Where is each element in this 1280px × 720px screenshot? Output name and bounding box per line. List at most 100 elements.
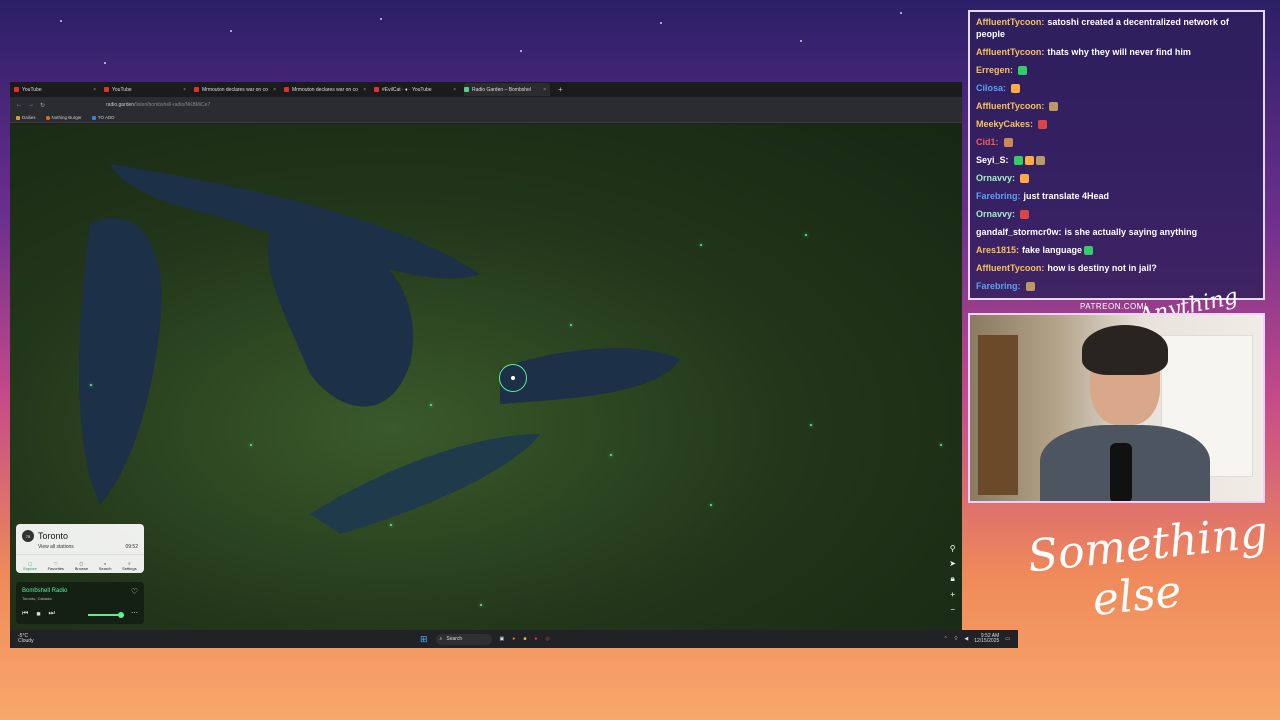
stop-icon[interactable]: ■ [36,611,40,618]
chat-message: AffluentTycoon: how is destiny not in jai… [976,262,1257,274]
chat-text: fake language [1022,245,1083,255]
chat-username[interactable]: Ornavvy: [976,209,1015,219]
chat-username[interactable]: Farebring: [976,281,1021,291]
weather-widget[interactable]: -5°C Cloudy [18,634,34,644]
station-dot[interactable] [90,384,92,386]
chat-username[interactable]: MeekyCakes: [976,119,1033,129]
chat-username[interactable]: gandalf_stormcr0w: [976,227,1062,237]
task-view-icon[interactable]: ▣ [500,636,505,642]
chat-message: Seyi_S: [976,154,1257,166]
station-dot[interactable] [810,424,812,426]
back-icon[interactable]: ← [16,102,22,109]
station-dot[interactable] [570,324,572,326]
volume-slider[interactable] [88,612,124,618]
nav-label: Search [98,566,112,571]
browser-window: YouTube × YouTube × Mrmouton declares war … [10,82,962,638]
chevron-up-icon[interactable]: ⌃ [943,636,947,642]
chat-message: AffluentTycoon: [976,100,1257,112]
firefox-icon[interactable]: ● [512,636,515,642]
bookmark-dailies[interactable]: Dailies [16,115,36,120]
tab-video-3[interactable]: Mrmouton declares war on co × [194,83,280,96]
radio-garden-icon [464,87,469,92]
satellite-terrain [79,164,680,534]
address-bar[interactable]: ← → ↻ radio.garden/listen/bombshell-radi… [10,97,962,113]
lock-icon[interactable]: 🔒︎ [951,574,955,584]
close-icon[interactable]: × [363,87,366,93]
station-name[interactable]: Bombshell Radio [22,588,67,594]
clock[interactable]: 9:52 AM 12/15/2025 [974,634,999,644]
station-dot[interactable] [940,444,942,446]
globe-map[interactable]: 75 Toronto View all stations 09:52 ◯ Explo… [10,124,962,630]
emote-icon [1049,102,1059,112]
windows-taskbar: -5°C Cloudy ⊞ ⌕ Search ▣ ● ■ ● ◎ ⌃ ⌔ ◀︎ 9… [10,630,1018,648]
close-icon[interactable]: × [273,87,276,93]
chat-username[interactable]: Ornavvy: [976,173,1015,183]
tab-radio-garden[interactable]: Radio Garden – Bombshel × [464,83,550,96]
folder-icon [91,115,96,120]
chat-username[interactable]: Ares1815: [976,245,1019,255]
tab-youtube-1[interactable]: YouTube × [14,83,100,96]
forward-icon[interactable]: → [28,102,34,109]
bookmark-to-add[interactable]: TO ADD [91,115,114,120]
location-panel: 75 Toronto View all stations 09:52 ◯ Explo… [16,524,144,573]
more-icon[interactable]: ⋯ [131,609,138,617]
zoom-in-icon[interactable]: + [950,590,955,599]
tab-youtube-2[interactable]: YouTube × [104,83,190,96]
chat-username[interactable]: AffluentTycoon: [976,47,1044,57]
taskbar-search[interactable]: ⌕ Search [435,633,492,645]
nav-search[interactable]: ⌕ Search [99,561,112,571]
next-icon[interactable]: ⏭ [49,610,55,618]
station-dot[interactable] [805,234,807,236]
app-icon[interactable]: ● [534,636,537,642]
nav-browse[interactable]: ▢ Browse [75,561,88,571]
chat-username[interactable]: AffluentTycoon: [976,17,1044,27]
city-name[interactable]: Toronto [38,531,68,541]
chat-username[interactable]: Seyi_S: [976,155,1009,165]
station-dot[interactable] [610,454,612,456]
emote-icon [1020,210,1030,220]
station-dot[interactable] [710,504,712,506]
reload-icon[interactable]: ↻ [40,102,45,109]
station-dot[interactable] [430,404,432,406]
chat-username[interactable]: Farebring: [976,191,1021,201]
pin-icon[interactable]: ⚲ [950,544,956,553]
file-explorer-icon[interactable]: ■ [523,636,526,642]
nav-favorites[interactable]: ♡ Favorites [48,561,64,571]
chrome-icon[interactable]: ◎ [545,636,549,642]
locate-icon[interactable]: ➤ [949,559,956,568]
close-icon[interactable]: × [543,87,546,93]
station-dot[interactable] [390,524,392,526]
station-dot[interactable] [250,444,252,446]
zoom-out-icon[interactable]: − [950,605,955,614]
chat-text: thats why they will never find him [1047,47,1191,57]
close-icon[interactable]: × [183,87,186,93]
windows-start-icon[interactable]: ⊞ [420,634,428,645]
emote-icon [1011,84,1021,94]
view-all-stations-link[interactable]: View all stations [38,544,74,550]
chat-username[interactable]: Erregen: [976,65,1013,75]
url-text[interactable]: radio.garden/listen/bombshell-radio/NKBM… [106,102,210,108]
chat-username[interactable]: AffluentTycoon: [976,263,1044,273]
bookmark-nothing-burger[interactable]: Nothing Burger [45,115,82,120]
heart-icon[interactable]: ♡ [131,587,138,596]
nav-explore[interactable]: ◯ Explore [23,561,37,571]
chat-username[interactable]: AffluentTycoon: [976,101,1044,111]
close-icon[interactable]: × [93,87,96,93]
volume-icon[interactable]: ◀︎ [964,636,968,642]
youtube-icon [284,87,289,92]
close-icon[interactable]: × [453,87,456,93]
network-icon[interactable]: ⌔ [954,636,959,642]
chat-username[interactable]: Cid1: [976,137,999,147]
tab-video-4[interactable]: Mrmouton declares war on co × [284,83,370,96]
nav-settings[interactable]: ≡ Settings [122,561,136,571]
new-tab-button[interactable]: + [558,85,563,94]
station-dot[interactable] [700,244,702,246]
tab-bar: YouTube × YouTube × Mrmouton declares war … [10,82,962,97]
youtube-icon [104,87,109,92]
folder-icon [16,115,20,120]
notification-icon[interactable]: ▭ [1005,636,1010,642]
station-dot[interactable] [480,604,482,606]
tab-video-5[interactable]: #EvilCat · ♦ · YouTube × [374,83,460,96]
chat-username[interactable]: Cilosa: [976,83,1006,93]
previous-icon[interactable]: ⏮ [22,610,28,618]
